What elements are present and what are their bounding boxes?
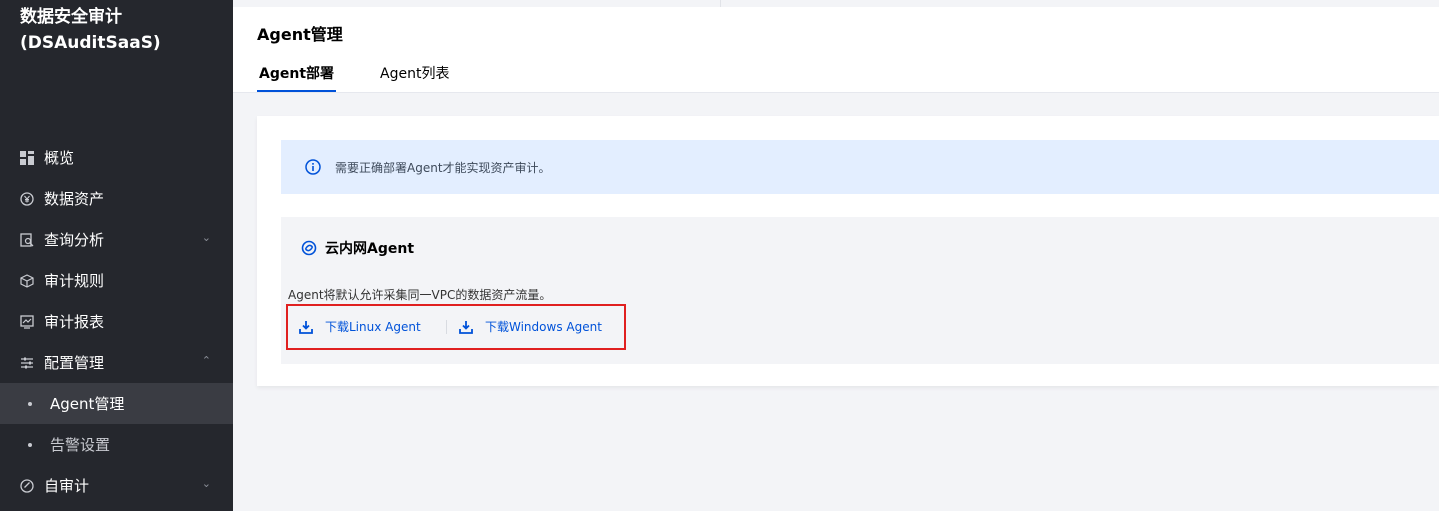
download-linux-agent-label: 下载Linux Agent xyxy=(325,320,421,334)
app-title: 数据安全审计 xyxy=(20,7,122,27)
tab-bar: Agent部署 Agent列表 xyxy=(257,63,493,92)
sliders-icon xyxy=(20,356,34,370)
bullet-dot-icon xyxy=(28,401,32,406)
header-divider xyxy=(720,0,721,7)
check-circle-icon xyxy=(20,478,34,493)
top-strip xyxy=(233,0,1439,7)
sidebar-item-query-analysis[interactable]: 查询分析 ⌄ xyxy=(0,219,233,260)
bullet-dot-icon xyxy=(28,442,32,447)
sidebar-item-label: 查询分析 xyxy=(44,231,105,249)
tab-agent-deploy[interactable]: Agent部署 xyxy=(257,63,337,92)
info-icon xyxy=(305,159,321,175)
sidebar-item-label: 自审计 xyxy=(44,477,90,495)
sidebar-item-config-management[interactable]: 配置管理 ⌃ xyxy=(0,342,233,383)
chevron-down-icon: ⌄ xyxy=(201,231,211,244)
chart-icon xyxy=(20,314,34,329)
info-alert: 需要正确部署Agent才能实现资产审计。 xyxy=(281,140,1439,194)
dashboard-icon xyxy=(20,150,34,165)
sidebar-item-audit-rules[interactable]: 审计规则 xyxy=(0,260,233,301)
download-linux-agent-link[interactable]: 下载Linux Agent xyxy=(299,318,421,335)
sidebar-item-data-assets[interactable]: 数据资产 xyxy=(0,178,233,219)
agent-panel-title: 云内网Agent xyxy=(301,238,414,258)
sidebar-item-label: Agent管理 xyxy=(50,395,125,413)
sidebar-menu: 概览 数据资产 查询分析 ⌄ 审计规则 审计报表 配置管理 ⌃ Agent管理 … xyxy=(0,137,233,506)
sidebar-item-label: 审计报表 xyxy=(44,313,105,331)
sidebar-item-audit-reports[interactable]: 审计报表 xyxy=(0,301,233,342)
agent-panel-description: Agent将默认允许采集同一VPC的数据资产流量。 xyxy=(288,288,552,302)
page-title: Agent管理 xyxy=(257,25,343,44)
sidebar-item-overview[interactable]: 概览 xyxy=(0,137,233,178)
search-doc-icon xyxy=(20,232,34,247)
app-subtitle: (DSAuditSaaS) xyxy=(20,33,161,53)
agent-panel-title-text: 云内网Agent xyxy=(325,241,415,257)
cube-icon xyxy=(20,273,34,288)
chevron-up-icon: ⌃ xyxy=(201,354,211,367)
tab-agent-list[interactable]: Agent列表 xyxy=(378,63,451,92)
sidebar-item-alert-settings[interactable]: 告警设置 xyxy=(0,424,233,465)
cloud-network-icon xyxy=(301,240,317,256)
link-separator xyxy=(446,320,447,334)
download-windows-agent-label: 下载Windows Agent xyxy=(485,320,602,334)
sidebar-item-label: 概览 xyxy=(44,149,75,167)
download-windows-agent-link[interactable]: 下载Windows Agent xyxy=(459,318,602,335)
page-header: Agent管理 Agent部署 Agent列表 xyxy=(233,0,1439,93)
sidebar-item-label: 审计规则 xyxy=(44,272,105,290)
download-icon xyxy=(459,320,473,334)
sidebar: 数据安全审计 (DSAuditSaaS) 概览 数据资产 查询分析 ⌄ 审计规则… xyxy=(0,0,233,511)
alert-text: 需要正确部署Agent才能实现资产审计。 xyxy=(335,160,551,175)
sidebar-item-label: 配置管理 xyxy=(44,354,105,372)
app-brand: 数据安全审计 (DSAuditSaaS) xyxy=(0,0,233,56)
chevron-down-icon: ⌄ xyxy=(201,477,211,490)
sidebar-item-agent-management[interactable]: Agent管理 xyxy=(0,383,233,424)
sidebar-item-label: 告警设置 xyxy=(50,436,111,454)
download-icon xyxy=(299,320,313,334)
yen-circle-icon xyxy=(20,191,34,206)
sidebar-item-self-audit[interactable]: 自审计 ⌄ xyxy=(0,465,233,506)
sidebar-item-label: 数据资产 xyxy=(44,190,105,208)
